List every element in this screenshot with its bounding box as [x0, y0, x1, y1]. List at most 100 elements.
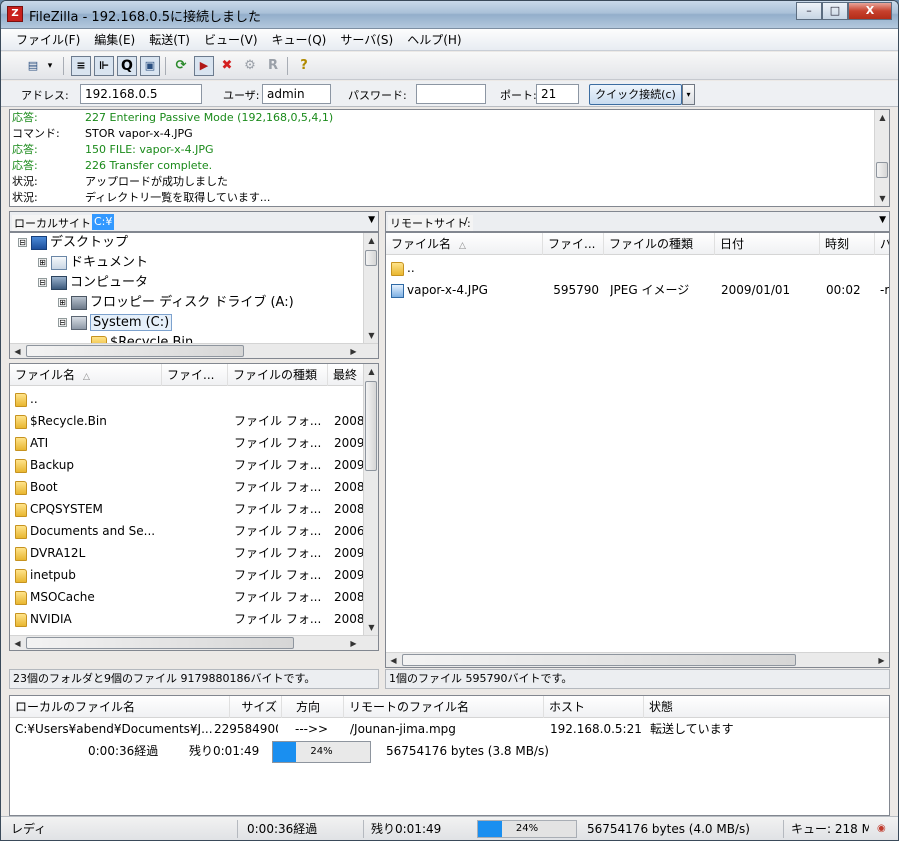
scroll-down-icon[interactable]: ▼ — [875, 191, 889, 206]
tree-item[interactable]: ⊞ フロッピー ディスク ドライブ (A:) — [58, 293, 294, 313]
local-col-size[interactable]: ファイ... — [162, 364, 228, 386]
menu-transfer[interactable]: 転送(T) — [142, 31, 197, 48]
remote-path-input[interactable]: / — [462, 214, 470, 230]
local-tree-scroll-thumb[interactable] — [365, 250, 377, 266]
cancel-icon[interactable]: ✖ — [217, 56, 237, 76]
table-row[interactable]: NVIDIA ファイル フォ... 2008 — [10, 608, 378, 630]
close-button[interactable]: X — [848, 2, 892, 20]
table-row[interactable]: Backup ファイル フォ... 2009 — [10, 454, 378, 476]
menu-file[interactable]: ファイル(F) — [9, 31, 87, 48]
toggle-local-tree-icon[interactable]: ⊩ — [94, 56, 114, 76]
menu-view[interactable]: ビュー(V) — [197, 31, 265, 48]
tree-expander-icon[interactable]: ⊟ — [58, 318, 67, 327]
queue-col-direction[interactable]: 方向 — [282, 696, 344, 718]
tree-item[interactable]: ⊞ ドキュメント — [38, 253, 148, 273]
scroll-down-icon[interactable]: ▼ — [364, 620, 378, 635]
minimize-button[interactable]: – — [796, 2, 822, 20]
log-scroll-thumb[interactable] — [876, 162, 888, 178]
table-row[interactable]: MSOCache ファイル フォ... 2008 — [10, 586, 378, 608]
local-list-hscroll-thumb[interactable] — [26, 637, 294, 649]
local-list-scroll-thumb[interactable] — [365, 381, 377, 471]
address-input[interactable] — [80, 84, 202, 104]
scroll-left-icon[interactable]: ◀ — [386, 653, 401, 667]
filezilla-app-icon[interactable]: Z — [7, 6, 23, 22]
table-row[interactable]: DVRA12L ファイル フォ... 2009 — [10, 542, 378, 564]
tree-expander-icon[interactable]: ⊟ — [38, 278, 47, 287]
queue-item-row[interactable]: C:¥Users¥abend¥Documents¥J... 229584900 … — [10, 718, 889, 740]
menu-help[interactable]: ヘルプ(H) — [400, 31, 468, 48]
queue-col-size[interactable]: サイズ — [230, 696, 282, 718]
queue-col-remote-file[interactable]: リモートのファイル名 — [344, 696, 544, 718]
table-row[interactable]: ATI ファイル フォ... 2009 — [10, 432, 378, 454]
scroll-up-icon[interactable]: ▲ — [364, 233, 378, 248]
transfer-queue[interactable]: ローカルのファイル名 サイズ 方向 リモートのファイル名 ホスト 状態 C:¥U… — [9, 695, 890, 816]
process-queue-icon[interactable]: ▶ — [194, 56, 214, 76]
queue-col-state[interactable]: 状態 — [644, 696, 889, 718]
local-list-vscroll[interactable]: ▲ ▼ — [363, 364, 378, 635]
remote-col-time[interactable]: 時刻 — [820, 233, 875, 255]
remote-list-hscroll[interactable]: ◀ ▶ — [386, 652, 889, 667]
quickconnect-history-chevron-down-icon[interactable]: ▾ — [682, 84, 695, 105]
tree-item[interactable]: ⊟ デスクトップ — [18, 233, 128, 253]
queue-col-local-file[interactable]: ローカルのファイル名 — [10, 696, 230, 718]
menu-queue[interactable]: キュー(Q) — [265, 31, 334, 48]
table-row[interactable]: Boot ファイル フォ... 2008 — [10, 476, 378, 498]
tree-expander-icon[interactable]: ⊞ — [38, 258, 47, 267]
scroll-left-icon[interactable]: ◀ — [10, 636, 25, 650]
scroll-left-icon[interactable]: ◀ — [10, 344, 25, 358]
dropdown-arrow-icon[interactable]: ▾ — [43, 56, 57, 76]
local-col-modified[interactable]: 最終 — [328, 364, 368, 386]
log-scrollbar[interactable]: ▲ ▼ — [874, 110, 889, 206]
scroll-right-icon[interactable]: ▶ — [874, 653, 889, 667]
site-manager-icon[interactable]: ▤ — [23, 56, 43, 76]
scroll-right-icon[interactable]: ▶ — [346, 344, 361, 358]
remote-col-date[interactable]: 日付 — [715, 233, 820, 255]
queue-col-host[interactable]: ホスト — [544, 696, 644, 718]
remote-path-chevron-down-icon[interactable]: ▼ — [879, 215, 886, 225]
local-col-filename[interactable]: ファイル名 △ — [10, 364, 162, 386]
tree-expander-icon[interactable]: ⊟ — [18, 238, 27, 247]
tree-expander-icon[interactable]: ⊞ — [58, 298, 67, 307]
scroll-up-icon[interactable]: ▲ — [364, 364, 378, 379]
table-row[interactable]: CPQSYSTEM ファイル フォ... 2008 — [10, 498, 378, 520]
remote-file-list[interactable]: ファイル名△ ファイ... ファイルの種類 日付 時刻 パ .. vapor-x-… — [385, 232, 890, 668]
remote-col-permissions[interactable]: パ — [875, 233, 889, 255]
remote-col-type[interactable]: ファイルの種類 — [604, 233, 715, 255]
local-tree-hscroll[interactable]: ◀ ▶ — [10, 343, 378, 358]
table-row[interactable]: .. — [386, 257, 889, 279]
table-row[interactable]: inetpub ファイル フォ... 2009 — [10, 564, 378, 586]
local-path-input[interactable]: C:¥ — [92, 214, 115, 230]
maximize-button[interactable]: □ — [822, 2, 848, 20]
toggle-queue-icon[interactable]: Q — [117, 56, 137, 76]
refresh-icon[interactable]: ⟳ — [171, 56, 191, 76]
table-row[interactable]: $Recycle.Bin ファイル フォ... 2008 — [10, 410, 378, 432]
table-row[interactable]: vapor-x-4.JPG 595790 JPEG イメージ 2009/01/01 00… — [386, 279, 889, 301]
local-tree[interactable]: ⊟ デスクトップ ⊞ ドキュメント ⊟ コンピュータ ⊞ フロッピー ディスク ドライブ (A… — [9, 232, 379, 359]
quickconnect-button[interactable]: クイック接続(c) — [589, 84, 682, 105]
local-tree-hscroll-thumb[interactable] — [26, 345, 244, 357]
table-row[interactable]: Documents and Se... ファイル フォ... 2006 — [10, 520, 378, 542]
local-path-chevron-down-icon[interactable]: ▼ — [368, 215, 375, 225]
local-file-list[interactable]: ファイル名 △ ファイ... ファイルの種類 最終 .. $Recycle.Bin フ… — [9, 363, 379, 651]
menu-server[interactable]: サーバ(S) — [333, 31, 400, 48]
local-list-hscroll[interactable]: ◀ ▶ — [10, 635, 378, 650]
remote-col-size[interactable]: ファイ... — [543, 233, 604, 255]
menu-edit[interactable]: 編集(E) — [87, 31, 142, 48]
reconnect-icon[interactable]: R — [263, 56, 283, 76]
local-tree-vscroll[interactable]: ▲ ▼ — [363, 233, 378, 343]
local-col-type[interactable]: ファイルの種類 — [228, 364, 328, 386]
table-row[interactable]: .. — [10, 388, 378, 410]
scroll-down-icon[interactable]: ▼ — [364, 328, 378, 343]
port-input[interactable] — [536, 84, 579, 104]
remote-col-filename[interactable]: ファイル名 △ — [386, 233, 543, 255]
toggle-remote-tree-icon[interactable]: ▣ — [140, 56, 160, 76]
remote-list-hscroll-thumb[interactable] — [402, 654, 796, 666]
password-input[interactable] — [416, 84, 486, 104]
scroll-right-icon[interactable]: ▶ — [346, 636, 361, 650]
tree-item[interactable]: ⊟ コンピュータ — [38, 273, 148, 293]
toggle-log-icon[interactable]: ≡ — [71, 56, 91, 76]
disconnect-icon[interactable]: ⚙ — [240, 56, 260, 76]
scroll-up-icon[interactable]: ▲ — [875, 110, 889, 125]
user-input[interactable] — [262, 84, 331, 104]
tree-item[interactable]: ⊟ System (C:) — [58, 313, 173, 333]
